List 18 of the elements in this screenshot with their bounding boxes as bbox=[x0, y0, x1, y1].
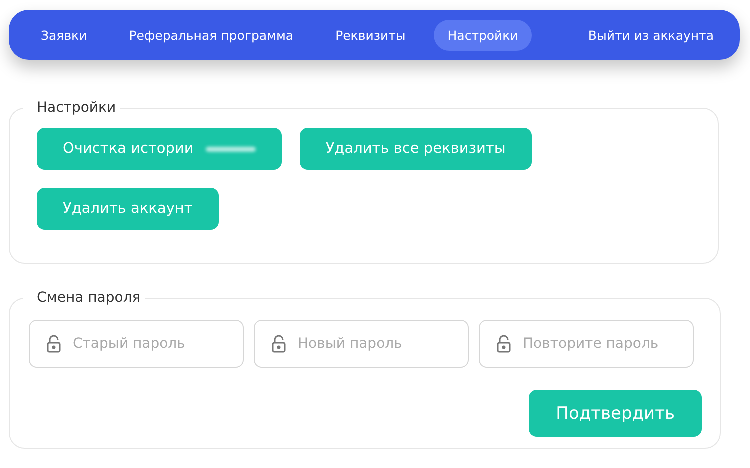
nav-tab[interactable]: Реферальная программа bbox=[115, 20, 308, 50]
logout-link[interactable]: Выйти из аккаунта bbox=[588, 28, 714, 42]
nav-tab[interactable]: Заявки bbox=[27, 20, 102, 50]
password-field[interactable]: Повторите пароль bbox=[479, 320, 694, 368]
section-title: Настройки bbox=[36, 100, 118, 116]
lock-icon bbox=[47, 335, 61, 353]
lock-icon bbox=[497, 335, 511, 353]
nav-tab[interactable]: Настройки bbox=[434, 20, 532, 50]
action-button[interactable]: Очистка истории bbox=[37, 128, 282, 170]
nav-tab[interactable]: Реквизиты bbox=[322, 20, 420, 50]
password-field[interactable]: Старый пароль bbox=[29, 320, 244, 368]
password-field[interactable]: Новый пароль bbox=[254, 320, 469, 368]
lock-icon bbox=[272, 335, 286, 353]
section-title: Смена пароля bbox=[36, 290, 142, 306]
confirm-button[interactable]: Подтвердить bbox=[529, 390, 702, 437]
action-button[interactable]: Удалить аккаунт bbox=[37, 188, 219, 230]
action-button[interactable]: Удалить все реквизиты bbox=[300, 128, 532, 170]
blurred-text-icon bbox=[206, 146, 256, 152]
